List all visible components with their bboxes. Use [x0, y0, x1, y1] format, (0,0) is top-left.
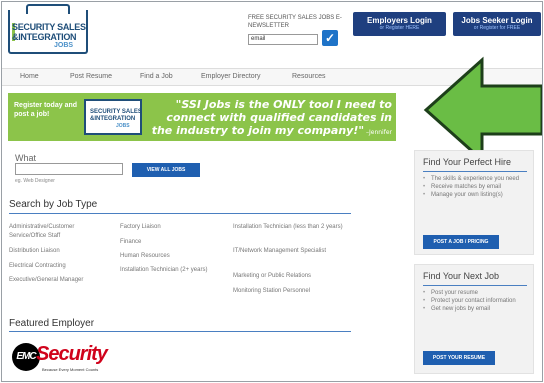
testimonial-banner[interactable]: Register today and post a job! SECURITY … — [8, 93, 396, 151]
job-seeker-register-label: or Register for FREE — [473, 25, 521, 31]
what-label: What — [15, 153, 37, 163]
banner-logo-line2: &INTEGRATION — [90, 116, 136, 122]
job-type-link[interactable]: Human Resources — [120, 252, 170, 261]
perfect-hire-title: Find Your Perfect Hire — [423, 157, 512, 167]
list-item: Protect your contact information — [423, 297, 531, 305]
nav-find-a-job[interactable]: Find a Job — [140, 73, 173, 80]
logo-handle — [26, 4, 70, 14]
employers-login-button[interactable]: Employers Login or Register HERE — [353, 12, 446, 36]
next-job-list: Post your resume Protect your contact in… — [423, 289, 531, 313]
featured-employer-heading: Featured Employer — [9, 318, 95, 329]
job-type-link[interactable]: Marketing or Public Relations — [233, 272, 311, 281]
next-job-box: Find Your Next Job Post your resume Prot… — [414, 264, 534, 374]
newsletter-email-input[interactable]: email — [248, 34, 318, 45]
site-logo[interactable]: SECURITY SALES &INTEGRATION JOBS — [8, 4, 88, 54]
job-type-link[interactable]: IT/Network Management Specialist — [233, 247, 333, 256]
next-job-title: Find Your Next Job — [423, 271, 500, 281]
list-item: Post your resume — [423, 289, 531, 297]
job-type-link[interactable]: Finance — [120, 238, 141, 247]
perfect-hire-divider — [423, 171, 527, 172]
nav-post-resume[interactable]: Post Resume — [70, 73, 112, 80]
banner-register-text: Register today and post a job! — [14, 102, 78, 118]
banner-quote-text: "SSI Jobs is the ONLY tool I need to con… — [151, 98, 392, 137]
page-frame: SECURITY SALES &INTEGRATION JOBS FREE SE… — [1, 1, 543, 382]
banner-logo: SECURITY SALES &INTEGRATION JOBS — [84, 99, 142, 135]
job-type-link[interactable]: Executive/General Manager — [9, 276, 83, 285]
job-type-link[interactable]: Installation Technician (less than 2 yea… — [233, 223, 345, 232]
perfect-hire-list: The skills & experience you need Receive… — [423, 175, 531, 199]
job-type-link[interactable]: Factory Liaison — [120, 223, 161, 232]
what-input[interactable] — [15, 163, 123, 175]
list-item: The skills & experience you need — [423, 175, 531, 183]
featured-employer-logo[interactable]: EMC Security Because Every Moment Counts — [12, 340, 122, 374]
newsletter-label: FREE SECURITY SALES JOBS E-NEWSLETTER — [248, 15, 342, 29]
logo-line2: &INTEGRATION — [12, 32, 77, 42]
banner-logo-line3: JOBS — [116, 123, 130, 129]
view-all-jobs-button[interactable]: VIEW ALL JOBS — [132, 163, 200, 177]
job-type-link[interactable]: Electrical Contracting — [9, 262, 66, 271]
employers-register-label: or Register HERE — [379, 25, 420, 31]
banner-logo-line1: SECURITY SALES — [90, 109, 142, 115]
job-type-link[interactable]: Administrative/Customer Service/Office S… — [9, 223, 109, 241]
nav-employer-directory[interactable]: Employer Directory — [201, 73, 261, 80]
featured-employer-divider — [9, 331, 351, 332]
banner-quote: "SSI Jobs is the ONLY tool I need to con… — [146, 98, 392, 154]
list-item: Get new jobs by email — [423, 305, 531, 313]
job-type-divider — [9, 213, 351, 214]
perfect-hire-box: Find Your Perfect Hire The skills & expe… — [414, 150, 534, 255]
list-item: Manage your own listing(s) — [423, 191, 531, 199]
job-seeker-login-button[interactable]: Jobs Seeker Login or Register for FREE — [453, 12, 541, 36]
list-item: Receive matches by email — [423, 183, 531, 191]
nav-resources[interactable]: Resources — [292, 73, 325, 80]
post-resume-button[interactable]: POST YOUR RESUME — [423, 351, 495, 365]
job-type-link[interactable]: Distribution Liaison — [9, 247, 60, 256]
nav-home[interactable]: Home — [20, 73, 39, 80]
job-type-link[interactable]: Installation Technician (2+ years) — [120, 266, 210, 275]
post-job-pricing-button[interactable]: POST A JOB / PRICING — [423, 235, 499, 249]
job-type-link[interactable]: Monitoring Station Personnel — [233, 287, 310, 296]
emc-wordmark: Security — [36, 343, 108, 365]
newsletter-submit-check-icon[interactable]: ✓ — [322, 30, 338, 46]
job-seeker-login-label: Jobs Seeker Login — [461, 16, 533, 25]
logo-line3: JOBS — [54, 42, 74, 49]
what-hint: eg. Web Designer — [15, 178, 55, 184]
next-job-divider — [423, 285, 527, 286]
logo-line1: SECURITY SALES — [12, 22, 86, 32]
employers-login-label: Employers Login — [367, 16, 432, 25]
emc-tagline: Because Every Moment Counts — [42, 367, 99, 372]
job-type-heading: Search by Job Type — [9, 199, 98, 210]
